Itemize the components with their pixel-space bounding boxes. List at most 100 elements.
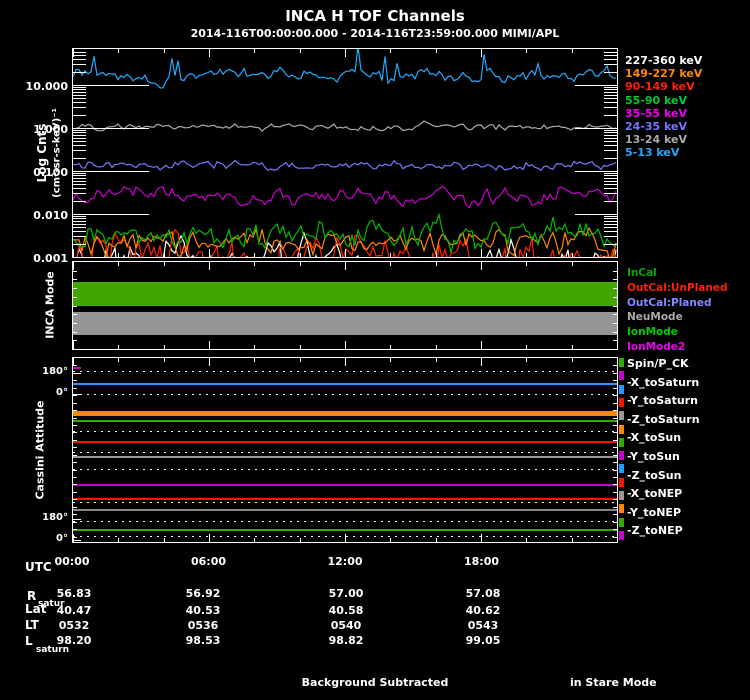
y-minor-tick xyxy=(73,218,86,219)
y-minor-tick xyxy=(613,529,617,530)
y-minor-tick xyxy=(73,227,86,228)
ephemeris-row-label: Lat xyxy=(25,602,47,616)
y-labeled-tick xyxy=(73,394,81,395)
x-tick xyxy=(617,49,618,57)
y-minor-tick xyxy=(604,184,617,185)
flux-legend-item: 149-227 keV xyxy=(625,67,703,81)
flux-y-tick-label: 0.001 xyxy=(33,252,68,265)
y-minor-tick xyxy=(613,418,617,419)
x-tick xyxy=(118,538,119,542)
y-minor-tick xyxy=(604,92,617,93)
attitude-y-tick-label: 180° xyxy=(42,366,68,377)
x-tick xyxy=(164,358,165,362)
y-minor-tick xyxy=(613,447,617,448)
ephemeris-value: 40.58 xyxy=(328,604,364,617)
ephemeris-value: 56.83 xyxy=(56,587,92,600)
y-minor-tick xyxy=(73,158,86,159)
x-tick xyxy=(209,249,210,257)
x-tick xyxy=(436,49,437,53)
y-minor-tick xyxy=(73,432,77,433)
attitude-line xyxy=(73,411,617,416)
y-decade-tick xyxy=(73,128,149,129)
y-minor-tick xyxy=(604,145,617,146)
x-tick xyxy=(345,49,346,57)
y-minor-tick xyxy=(73,340,77,341)
dotted-gridline xyxy=(73,521,617,522)
y-minor-tick xyxy=(604,216,617,217)
y-minor-tick xyxy=(613,410,617,411)
y-minor-tick xyxy=(73,115,86,116)
flux-legend-item: 13-24 keV xyxy=(625,133,688,147)
flux-legend-item: 5-13 keV xyxy=(625,146,680,160)
y-minor-tick xyxy=(604,130,617,131)
x-tick xyxy=(572,358,573,362)
dotted-gridline xyxy=(73,502,617,503)
y-minor-tick xyxy=(613,425,617,426)
mode-legend-item: OutCal:UnPlaned xyxy=(627,281,728,294)
x-tick xyxy=(300,262,301,266)
y-minor-tick xyxy=(73,537,77,538)
attitude-edge-tick xyxy=(619,464,624,474)
y-minor-tick xyxy=(73,150,86,151)
y-minor-tick xyxy=(604,64,617,65)
y-minor-tick xyxy=(73,132,86,133)
y-minor-tick xyxy=(604,178,617,179)
x-tick xyxy=(572,345,573,349)
x-tick xyxy=(254,345,255,349)
y-minor-tick xyxy=(604,72,617,73)
y-minor-tick xyxy=(73,145,86,146)
x-tick xyxy=(617,534,618,542)
y-minor-tick xyxy=(604,218,617,219)
y-minor-tick xyxy=(604,244,617,245)
x-tick xyxy=(526,253,527,257)
ephemeris-value: 40.47 xyxy=(56,604,92,617)
attitude-edge-tick xyxy=(619,411,624,421)
y-minor-tick xyxy=(73,95,86,96)
ephemeris-value: 56.92 xyxy=(185,587,221,600)
mode-y-axis-label: INCA Mode xyxy=(43,271,57,339)
y-minor-tick xyxy=(73,271,77,272)
y-minor-tick xyxy=(73,236,86,237)
attitude-legend-item: Spin/P_CK xyxy=(627,357,689,370)
y-minor-tick xyxy=(73,306,77,307)
y-minor-tick xyxy=(73,425,77,426)
y-minor-tick xyxy=(73,492,77,493)
x-tick xyxy=(300,49,301,53)
attitude-edge-tick xyxy=(619,384,624,394)
flux-y-axis-units: (cm²-sr-s-keV)⁻¹ xyxy=(51,108,63,198)
y-minor-tick xyxy=(73,410,77,411)
y-minor-tick xyxy=(73,297,77,298)
attitude-legend-item: -Z_toSaturn xyxy=(627,412,700,426)
y-minor-tick xyxy=(73,395,77,396)
y-minor-tick xyxy=(604,132,617,133)
x-tick xyxy=(209,341,210,349)
attitude-legend-item: -Y_toSaturn xyxy=(627,394,698,408)
attitude-edge-tick xyxy=(619,530,624,540)
y-minor-tick xyxy=(73,102,86,103)
dotted-gridline xyxy=(73,394,617,395)
x-tick xyxy=(617,262,618,270)
attitude-edge-tick xyxy=(619,371,624,381)
x-tick xyxy=(209,358,210,366)
ephemeris-value: 0532 xyxy=(58,619,90,632)
attitude-y-tick-label: 0° xyxy=(56,387,68,398)
y-decade-tick xyxy=(575,171,617,172)
page-title: INCA H TOF Channels xyxy=(285,7,465,25)
x-tick xyxy=(118,358,119,362)
dotted-gridline xyxy=(73,371,617,372)
attitude-line xyxy=(73,484,617,486)
x-tick xyxy=(300,345,301,349)
y-minor-tick xyxy=(73,288,77,289)
x-tick xyxy=(390,253,391,257)
y-minor-tick xyxy=(613,306,617,307)
y-minor-tick xyxy=(613,492,617,493)
y-minor-tick xyxy=(73,462,77,463)
x-tick xyxy=(526,262,527,266)
y-minor-tick xyxy=(613,271,617,272)
y-minor-tick xyxy=(73,418,77,419)
trace-24-35-keV xyxy=(73,159,617,172)
y-minor-tick xyxy=(604,201,617,202)
y-minor-tick xyxy=(73,173,86,174)
x-tick xyxy=(390,345,391,349)
y-minor-tick xyxy=(73,201,86,202)
